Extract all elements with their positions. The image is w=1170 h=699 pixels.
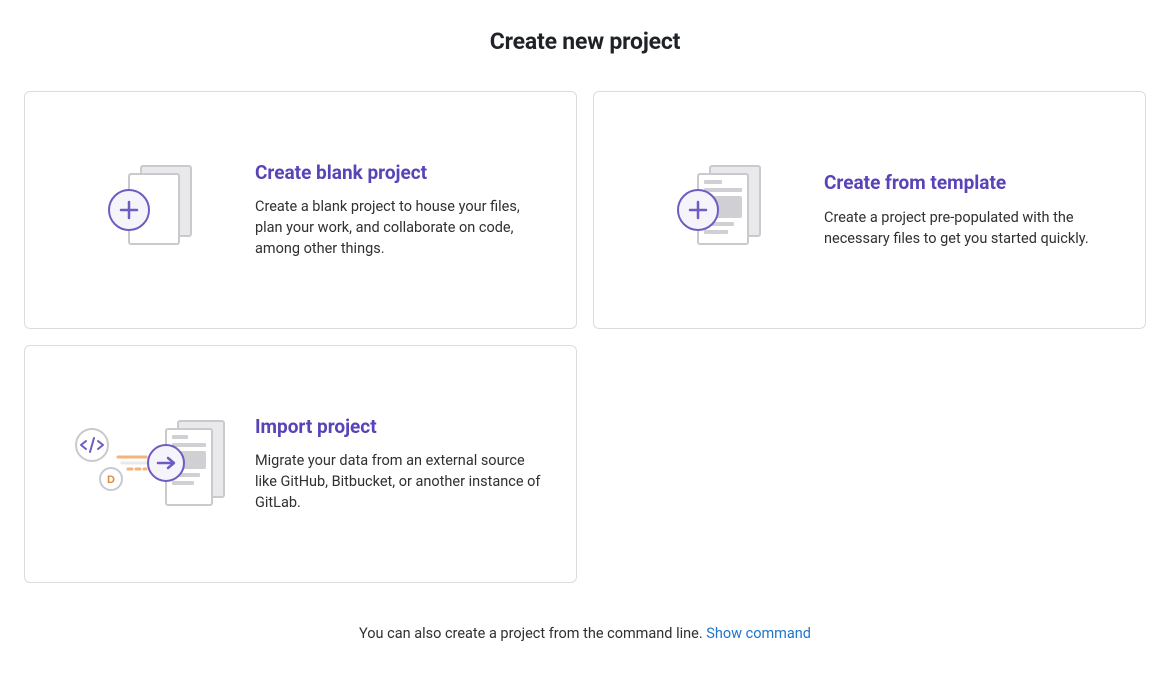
template-document-icon [654,160,784,260]
import-project-card[interactable]: D Import project Migrate your data from … [24,345,577,583]
footer-text: You can also create a project from the c… [359,625,706,642]
card-title: Import project [255,415,548,439]
blank-document-icon [85,160,215,260]
card-description: Migrate your data from an external sourc… [255,450,548,513]
create-blank-project-card[interactable]: Create blank project Create a blank proj… [24,91,577,329]
blank-project-illustration [45,130,255,290]
create-from-template-card[interactable]: Create from template Create a project pr… [593,91,1146,329]
page-title: Create new project [24,28,1146,55]
footer-text-line: You can also create a project from the c… [24,625,1146,642]
template-illustration [614,130,824,290]
show-command-link[interactable]: Show command [706,625,811,642]
import-illustration: D [45,384,255,544]
svg-text:D: D [107,474,115,486]
card-title: Create from template [824,171,1117,195]
project-options-grid: Create blank project Create a blank proj… [24,91,1146,583]
card-title: Create blank project [255,161,548,185]
card-description: Create a project pre-populated with the … [824,207,1117,249]
import-icon: D [60,409,240,519]
card-description: Create a blank project to house your fil… [255,196,548,259]
